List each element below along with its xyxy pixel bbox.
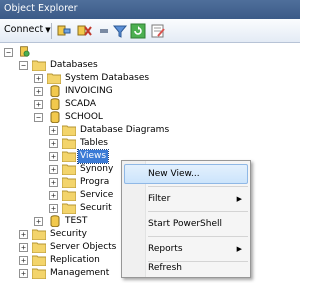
database-icon [50,111,60,123]
disconnect-icon[interactable] [76,23,92,39]
context-menu: New View... Filter ▶ Start PowerShell Re… [121,160,251,278]
expand-icon[interactable]: + [34,74,43,83]
tree-label-system-databases: System Databases [65,73,150,83]
tree-label-server-objects: Server Objects [50,242,117,252]
tree-label-test: TEST [65,216,88,226]
chevron-right-icon: ▶ [236,195,242,203]
folder-icon [62,203,76,214]
refresh-icon[interactable] [130,23,146,39]
folder-icon [62,138,76,149]
chevron-right-icon: ▶ [236,245,242,253]
menu-item-reports[interactable]: Reports ▶ [124,239,248,259]
tree-label-database-diagrams: Database Diagrams [80,125,170,135]
database-icon [50,215,60,227]
tree-label-synonyms: Synony [80,164,114,174]
menu-item-filter-label: Filter [148,194,171,204]
tree-label-tables: Tables [80,138,108,148]
menu-item-reports-label: Reports [148,244,183,254]
tree-label-invoicing: INVOICING [65,86,113,96]
tree-label-school: SCHOOL [65,112,103,122]
collapse-icon[interactable]: − [34,113,43,122]
stop-icon[interactable] [96,23,112,39]
menu-separator [148,236,248,237]
tree-label-service-broker: Service [80,190,114,200]
filter-icon[interactable] [112,23,128,39]
folder-icon [32,268,46,279]
menu-item-refresh-label: Refresh [148,263,182,273]
menu-item-start-powershell-label: Start PowerShell [148,219,223,229]
tree-label-programmability: Progra [80,177,110,187]
menu-separator [148,211,248,212]
menu-item-filter[interactable]: Filter ▶ [124,189,248,209]
expand-icon[interactable]: + [49,126,58,135]
expand-icon[interactable]: + [34,87,43,96]
tree-label-security: Security [50,229,87,239]
expand-icon[interactable]: + [19,269,28,278]
expand-icon[interactable]: + [19,243,28,252]
chevron-down-icon: ▼ [45,26,51,34]
expand-icon[interactable]: + [19,256,28,265]
expand-icon[interactable]: + [49,165,58,174]
connect-label: Connect [4,24,44,35]
menu-item-refresh[interactable]: Refresh [124,258,248,278]
expand-icon[interactable]: + [19,230,28,239]
connect-button[interactable]: Connect ▼ [4,24,51,35]
expand-icon[interactable]: + [49,191,58,200]
expand-icon[interactable]: + [34,100,43,109]
expand-icon[interactable]: + [49,139,58,148]
collapse-icon[interactable]: − [19,61,28,70]
tree-label-management: Management [50,268,110,278]
folder-icon [62,151,76,162]
folder-icon [32,60,46,71]
expand-icon[interactable]: + [34,217,43,226]
activity-monitor-icon[interactable] [150,23,166,39]
toolbar: Connect ▼ [0,19,300,43]
menu-item-start-powershell[interactable]: Start PowerShell [124,214,248,234]
toolbar-separator [51,23,52,39]
tree-label-databases: Databases [50,60,98,70]
menu-separator [148,186,248,187]
expand-icon[interactable]: + [49,204,58,213]
menu-item-new-view[interactable]: New View... [124,164,248,184]
server-icon [20,46,30,57]
database-icon [50,98,60,110]
expand-icon[interactable]: + [49,152,58,161]
tree-label-security-school: Securit [80,203,112,213]
folder-icon [62,190,76,201]
folder-icon [47,73,61,84]
folder-icon [32,255,46,266]
menu-item-new-view-label: New View... [148,169,200,179]
folder-icon [62,177,76,188]
database-icon [50,85,60,97]
collapse-icon[interactable]: − [4,48,13,57]
connect-icon[interactable] [56,23,72,39]
object-explorer-title: Object Explorer [0,0,300,19]
expand-icon[interactable]: + [49,178,58,187]
tree-label-views: Views [76,149,110,164]
folder-icon [32,242,46,253]
folder-icon [62,164,76,175]
folder-icon [62,125,76,136]
tree-label-replication: Replication [50,255,100,265]
folder-icon [32,229,46,240]
tree-label-scada: SCADA [65,99,97,109]
